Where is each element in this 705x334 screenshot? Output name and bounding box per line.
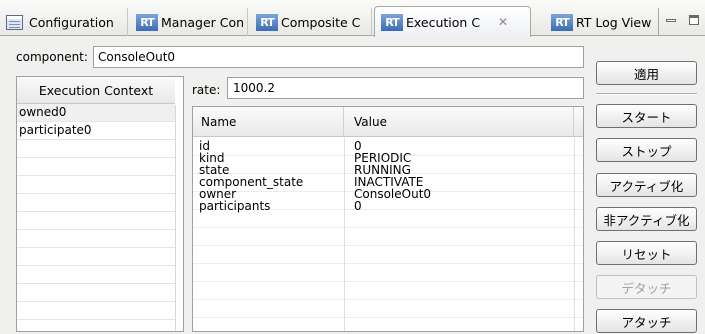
execution-context-list: Execution Context owned0 participate0 [16, 76, 184, 332]
tab-rt-log-view[interactable]: RT RT Log View [545, 8, 659, 36]
stop-button[interactable]: ストップ [596, 138, 697, 162]
tab-label: Configuration [29, 14, 114, 30]
column-divider [574, 138, 575, 331]
list-item-empty [17, 140, 175, 158]
tab-execution-context[interactable]: RT Execution C ✕ [374, 6, 531, 37]
detach-button: デタッチ [596, 275, 697, 299]
tab-label: Manager Con [161, 14, 245, 30]
attach-button[interactable]: アタッチ [596, 309, 697, 333]
column-header-value[interactable]: Value [344, 107, 574, 136]
property-name: participants [199, 199, 271, 213]
rate-input[interactable]: 1000.2 [227, 77, 584, 99]
list-item-empty [17, 158, 175, 176]
execution-context-items: owned0 participate0 [17, 104, 183, 320]
column-header-name[interactable]: Name [193, 107, 344, 136]
rt-icon: RT [256, 13, 278, 31]
minimize-icon[interactable] [665, 18, 676, 22]
start-button[interactable]: スタート [596, 104, 697, 128]
reset-button[interactable]: リセット [596, 241, 697, 265]
rate-label: rate: [192, 83, 221, 97]
list-item-empty [17, 284, 175, 302]
maximize-icon[interactable] [688, 15, 699, 25]
list-item-empty [17, 248, 175, 266]
properties-table: Name Value id 0 kind PERIODIC state RUNN… [192, 106, 584, 332]
activate-button[interactable]: アクティブ化 [596, 173, 697, 197]
view-tab-bar: Configuration RT Manager Con RT Composit… [0, 0, 705, 37]
tab-configuration[interactable]: Configuration [0, 8, 128, 36]
close-icon[interactable]: ✕ [498, 15, 508, 29]
list-item[interactable]: owned0 [17, 104, 175, 122]
apply-button[interactable]: 適用 [596, 61, 697, 85]
component-field[interactable]: ConsoleOut0 [93, 46, 584, 68]
button-separator [596, 93, 697, 95]
rt-icon: RT [136, 13, 158, 31]
property-value: ConsoleOut0 [354, 187, 432, 201]
deactivate-button[interactable]: 非アクティブ化 [596, 207, 697, 231]
list-item-empty [17, 194, 175, 212]
list-item[interactable]: participate0 [17, 122, 175, 140]
rt-icon: RT [551, 13, 573, 31]
tab-composite-component[interactable]: RT Composite C [250, 8, 372, 36]
view-controls [659, 10, 705, 30]
table-row[interactable]: participants 0 [193, 200, 574, 212]
list-item-empty [17, 266, 175, 284]
column-divider [175, 105, 176, 331]
properties-header: Name Value [193, 107, 583, 137]
execution-context-header[interactable]: Execution Context [17, 77, 175, 104]
rt-icon: RT [381, 13, 403, 31]
tab-label: RT Log View [576, 14, 652, 30]
tab-label: Composite C [281, 14, 361, 30]
list-item-empty [17, 212, 175, 230]
list-item-empty [17, 302, 175, 320]
properties-rows: id 0 kind PERIODIC state RUNNING compone… [193, 140, 574, 212]
configuration-icon [6, 14, 23, 30]
property-value: 0 [354, 199, 362, 213]
component-label: component: [16, 50, 88, 64]
list-item-empty [17, 176, 175, 194]
tab-manager-control[interactable]: RT Manager Con [130, 8, 248, 36]
tab-label: Execution C [406, 14, 481, 30]
list-item-empty [17, 230, 175, 248]
